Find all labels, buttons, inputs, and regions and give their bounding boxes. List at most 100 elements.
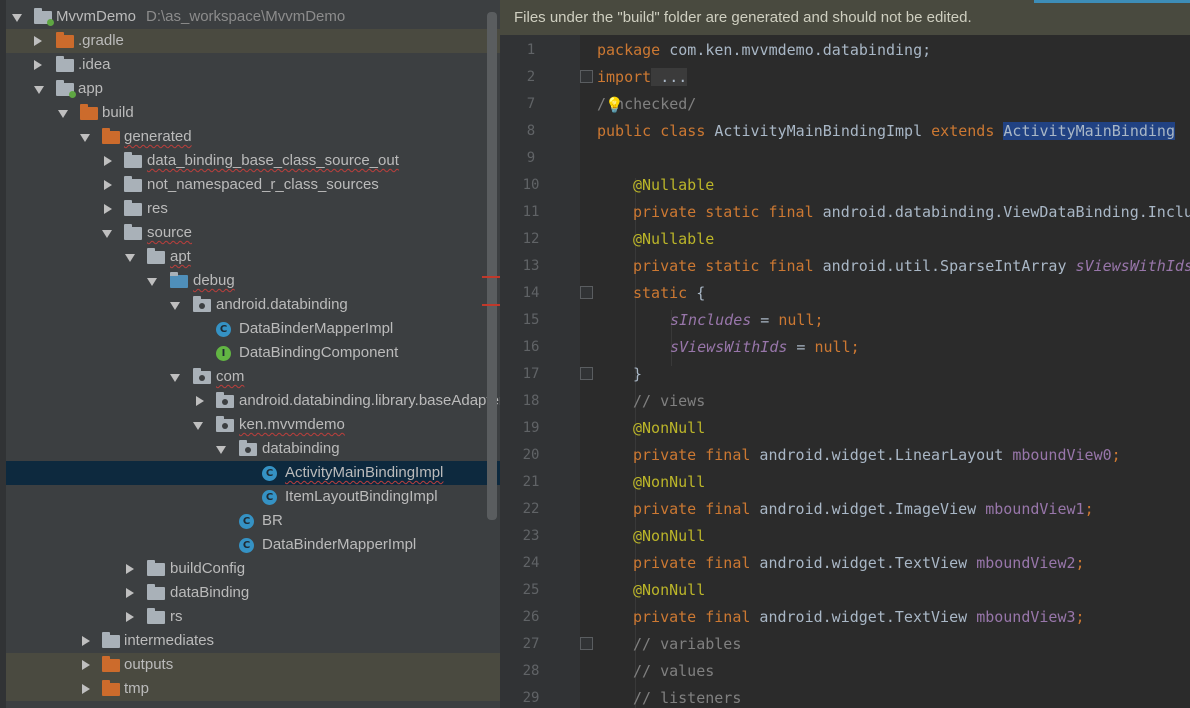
error-marker[interactable]	[482, 276, 500, 278]
fold-collapse-icon[interactable]	[580, 367, 593, 380]
error-marker[interactable]	[482, 304, 500, 306]
chevron-right-icon[interactable]	[82, 684, 90, 694]
tree-item-label: DataBinderMapperImpl	[262, 536, 417, 553]
line-number: 13	[522, 258, 540, 274]
tree-row-debug[interactable]: debug	[6, 269, 500, 293]
tree-row-tmp[interactable]: tmp	[6, 677, 500, 701]
line-number: 26	[522, 609, 540, 625]
code-line-21: @NonNull	[633, 473, 706, 491]
tree-row-android-databinding[interactable]: android.databinding	[6, 293, 500, 317]
tree-row-item-layout-binding-impl[interactable]: C ItemLayoutBindingImpl	[6, 485, 500, 509]
module-folder-icon	[56, 80, 76, 98]
chevron-right-icon[interactable]	[82, 636, 90, 646]
highlighted-identifier[interactable]: ActivityMainBinding	[1003, 122, 1175, 140]
code-token: android.databinding.ViewDataBinding.Incl…	[822, 203, 1190, 221]
chevron-down-icon[interactable]	[12, 14, 22, 22]
tree-row-outputs[interactable]: outputs	[6, 653, 500, 677]
chevron-down-icon[interactable]	[125, 254, 135, 262]
folder-icon	[124, 200, 142, 216]
chevron-down-icon[interactable]	[147, 278, 157, 286]
folder-icon	[147, 584, 165, 600]
tree-row-data-binding-base[interactable]: data_binding_base_class_source_out	[6, 149, 500, 173]
code-token: static	[633, 284, 688, 302]
tree-row-databinding[interactable]: databinding	[6, 437, 500, 461]
chevron-right-icon[interactable]	[104, 180, 112, 190]
line-number: 25	[522, 582, 540, 598]
tree-row-source[interactable]: source	[6, 221, 500, 245]
line-number: 21	[522, 474, 540, 490]
line-number: 7	[526, 96, 536, 112]
folder-icon	[147, 608, 165, 624]
chevron-down-icon[interactable]	[102, 230, 112, 238]
code-token: extends	[931, 122, 995, 140]
tree-item-label: .idea	[78, 56, 111, 73]
chevron-right-icon[interactable]	[82, 660, 90, 670]
chevron-right-icon[interactable]	[126, 588, 134, 598]
tree-row-intermediates[interactable]: intermediates	[6, 629, 500, 653]
tree-item-label: data_binding_base_class_source_out	[147, 152, 399, 169]
code-line-8: public class ActivityMainBindingImpl ext…	[597, 122, 1175, 140]
chevron-right-icon[interactable]	[126, 564, 134, 574]
tree-row-idea[interactable]: .idea	[6, 53, 500, 77]
tree-row-build[interactable]: build	[6, 101, 500, 125]
line-number: 27	[522, 636, 540, 652]
chevron-right-icon[interactable]	[196, 396, 204, 406]
excluded-folder-icon	[102, 128, 120, 144]
code-token: ;	[1084, 500, 1094, 518]
tree-row-rs[interactable]: rs	[6, 605, 500, 629]
tree-row-apt[interactable]: apt	[6, 245, 500, 269]
lightbulb-icon[interactable]: 💡	[605, 96, 624, 114]
fold-collapse-icon[interactable]	[580, 286, 593, 299]
tree-row-data-binder-mapper-impl[interactable]: C DataBinderMapperImpl	[6, 317, 500, 341]
code-token: ActivityMainBindingImpl	[705, 122, 932, 140]
code-line-2: import ...	[597, 68, 688, 86]
code-line-10: @Nullable	[633, 176, 715, 194]
tree-row-activity-main-binding-impl[interactable]: C ActivityMainBindingImpl	[6, 461, 500, 485]
chevron-down-icon[interactable]	[193, 422, 203, 430]
chevron-right-icon[interactable]	[34, 60, 42, 70]
tree-item-label: intermediates	[124, 632, 215, 649]
tree-row-generated[interactable]: generated	[6, 125, 500, 149]
chevron-right-icon[interactable]	[104, 204, 112, 214]
chevron-down-icon[interactable]	[80, 134, 90, 142]
tree-row-com[interactable]: com	[6, 365, 500, 389]
tree-row-data-binding-component[interactable]: I DataBindingComponent	[6, 341, 500, 365]
chevron-down-icon[interactable]	[170, 374, 180, 382]
chevron-right-icon[interactable]	[104, 156, 112, 166]
tree-row-br[interactable]: C BR	[6, 509, 500, 533]
code-line-13: private static final android.util.Sparse…	[633, 257, 1190, 275]
chevron-down-icon[interactable]	[58, 110, 68, 118]
code-token: ;	[1075, 554, 1085, 572]
code-editor[interactable]: Files under the "build" folder are gener…	[500, 0, 1190, 708]
tree-row-data-binding[interactable]: dataBinding	[6, 581, 500, 605]
chevron-down-icon[interactable]	[170, 302, 180, 310]
code-token: private static final	[633, 203, 814, 221]
tree-row-root[interactable]: MvvmDemo D:\as_workspace\MvvmDemo	[6, 5, 500, 29]
tree-scrollbar[interactable]	[487, 12, 497, 520]
tree-row-build-config[interactable]: buildConfig	[6, 557, 500, 581]
class-icon: C	[239, 514, 254, 529]
tree-row-app[interactable]: app	[6, 77, 500, 101]
code-line-23: @NonNull	[633, 527, 706, 545]
tree-row-data-binder-mapper-impl-2[interactable]: C DataBinderMapperImpl	[6, 533, 500, 557]
folded-imports[interactable]: ...	[651, 68, 688, 86]
chevron-down-icon[interactable]	[216, 446, 226, 454]
code-line-22: private final android.widget.ImageView m…	[633, 500, 1094, 518]
package-icon	[193, 368, 211, 384]
tree-row-res[interactable]: res	[6, 197, 500, 221]
chevron-down-icon[interactable]	[34, 86, 44, 94]
tree-row-gradle[interactable]: .gradle	[6, 29, 500, 53]
project-tree-panel: MvvmDemo D:\as_workspace\MvvmDemo .gradle…	[0, 0, 500, 708]
chevron-right-icon[interactable]	[126, 612, 134, 622]
fold-expand-icon[interactable]	[580, 70, 593, 83]
chevron-right-icon[interactable]	[34, 36, 42, 46]
tree-row-ken-mvvmdemo[interactable]: ken.mvvmdemo	[6, 413, 500, 437]
tree-row-base-adapters[interactable]: android.databinding.library.baseAdapters	[6, 389, 500, 413]
tree-row-not-namespaced[interactable]: not_namespaced_r_class_sources	[6, 173, 500, 197]
code-token: android.util.SparseIntArray	[813, 257, 1076, 275]
interface-icon: I	[216, 346, 231, 361]
tree-item-label: android.databinding.library.baseAdapters	[239, 392, 500, 409]
tree-item-label: rs	[170, 608, 183, 625]
tree-item-label: ActivityMainBindingImpl	[285, 464, 444, 481]
fold-collapse-icon[interactable]	[580, 637, 593, 650]
